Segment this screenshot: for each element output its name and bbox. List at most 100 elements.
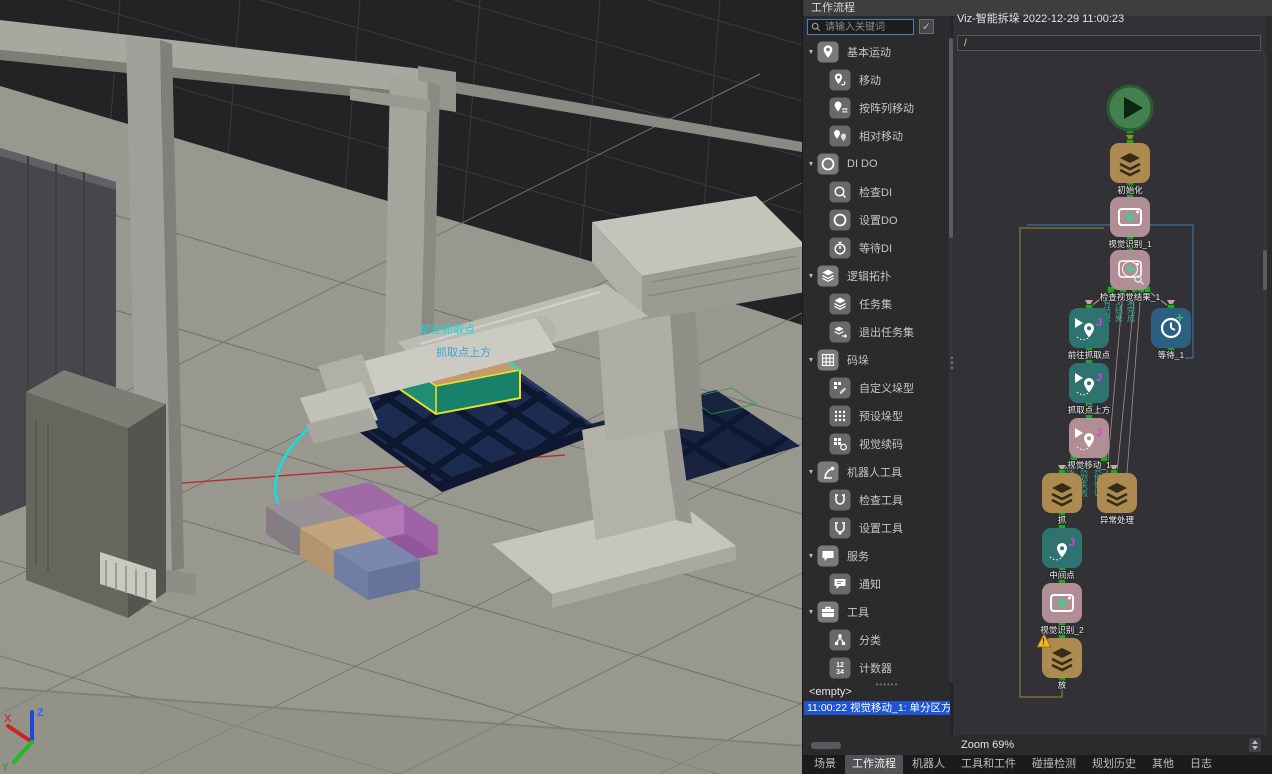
status-log-line[interactable]: 11:00:22 视觉移动_1: 单分区方形	[804, 701, 950, 715]
tab-active[interactable]: 工作流程	[845, 755, 903, 774]
tree-item-row[interactable]: 等待DI	[805, 234, 949, 262]
tree-item-label: 按阵列移动	[859, 100, 914, 116]
tree-group-row[interactable]: ▼ 逻辑拓扑	[805, 262, 949, 290]
bubble-icon	[817, 545, 839, 567]
tree-item-label: 通知	[859, 576, 881, 592]
tree-item-label: 预设垛型	[859, 408, 903, 424]
tree-item-row[interactable]: 自定义垛型	[805, 374, 949, 402]
tree-item-row[interactable]: 检查DI	[805, 178, 949, 206]
flow-node[interactable]: J 抓取点上方	[1068, 363, 1111, 415]
flow-node[interactable]: 视觉识别_2	[1040, 583, 1084, 635]
flowchart-canvas[interactable]: 有结果无结果未完成成功规划失败其他错误初始化视觉识别_1检查视觉结果_1J前往抓…	[953, 54, 1263, 735]
tab-item[interactable]: 其他	[1145, 755, 1181, 774]
flow-node[interactable]: 视觉识别_1	[1108, 197, 1152, 249]
search-input[interactable]	[823, 21, 913, 34]
tab-item[interactable]: 规划历史	[1085, 755, 1143, 774]
flow-node-label: 视觉识别_2	[1040, 625, 1084, 635]
tree-group-row[interactable]: ▼ DI DO	[805, 150, 949, 178]
flow-node-label: 抓取点上方	[1068, 405, 1111, 415]
tree-item-row[interactable]: 按阵列移动	[805, 94, 949, 122]
tree-group-label: 码垛	[847, 352, 869, 368]
tree-group-row[interactable]: ▼ 机器人工具	[805, 458, 949, 486]
splitter-handle-horizontal[interactable]: ••••••	[867, 680, 907, 689]
flow-node[interactable]: 异常处理	[1097, 473, 1137, 525]
cabinet	[26, 370, 166, 618]
tree-group-label: 逻辑拓扑	[847, 268, 891, 284]
tab-item[interactable]: 机器人	[905, 755, 952, 774]
tree-item-row[interactable]: 相对移动	[805, 122, 949, 150]
tree-item-row[interactable]: 设置DO	[805, 206, 949, 234]
tree-group-row[interactable]: ▼工具	[805, 598, 949, 626]
di-check-icon	[829, 181, 851, 203]
pin-pair-icon	[829, 125, 851, 147]
flow-node[interactable]: !放	[1037, 634, 1082, 690]
tree-item-row[interactable]: 设置工具	[805, 514, 949, 542]
gripper-icon	[829, 489, 851, 511]
tree-item-label: 检查工具	[859, 492, 903, 508]
axis-z-label: Z	[37, 707, 44, 719]
tree-item-label: 自定义垛型	[859, 380, 914, 396]
tree-group-row[interactable]: ▼ 基本运动	[805, 38, 949, 66]
flow-node[interactable]: + 等待_1	[1151, 308, 1191, 360]
pin-grid-icon	[829, 97, 851, 119]
tree-group-label: DI DO	[847, 158, 878, 170]
tree-group-row[interactable]: ▼ 码垛	[805, 346, 949, 374]
tree-item-row[interactable]: 检查工具	[805, 486, 949, 514]
tab-item[interactable]: 碰撞检测	[1025, 755, 1083, 774]
chevron-down-icon[interactable]: ▼	[805, 49, 817, 56]
3d-viewport[interactable]: 前往抓取点 抓取点上方 X Z Y	[0, 0, 802, 774]
zoom-decrease-icon[interactable]	[1252, 746, 1258, 750]
application-window: 前往抓取点 抓取点上方 X Z Y 工作流程 ✓ ▼ 基本运动移动按阵列移动相对移…	[0, 0, 1272, 774]
tree-item-label: 退出任务集	[859, 324, 914, 340]
tree-item-row[interactable]: 1234计数器	[805, 654, 949, 682]
viewport-label-above-pick: 抓取点上方	[436, 345, 491, 359]
tab-item[interactable]: 日志	[1183, 755, 1219, 774]
tree-item-label: 移动	[859, 72, 881, 88]
zoom-slider[interactable]	[811, 742, 841, 749]
search-box[interactable]	[807, 19, 914, 35]
chevron-down-icon[interactable]: ▼	[805, 553, 817, 560]
tree-item-row[interactable]: 移动	[805, 66, 949, 94]
flow-node[interactable]: 抓	[1042, 473, 1082, 525]
zoom-increase-icon[interactable]	[1252, 740, 1258, 744]
flow-node-label: 等待_1	[1158, 350, 1185, 360]
svg-text:J: J	[1096, 372, 1102, 384]
svg-text:+: +	[1176, 310, 1184, 325]
flow-node[interactable]: J中间点	[1042, 528, 1082, 580]
tree-item-row[interactable]: 预设垛型	[805, 402, 949, 430]
canvas-scrollbar[interactable]	[1263, 54, 1267, 735]
tab-item[interactable]: 工具和工件	[954, 755, 1023, 774]
tree-item-row[interactable]: 任务集	[805, 290, 949, 318]
flow-node[interactable]: 初始化	[1110, 143, 1150, 195]
flow-node-start[interactable]	[1108, 86, 1152, 130]
flow-node[interactable]: J视觉移动_1	[1067, 418, 1111, 470]
tree-group-label: 服务	[847, 548, 869, 564]
tree-item-row[interactable]: 视觉续码	[805, 430, 949, 458]
chevron-down-icon[interactable]: ▼	[805, 273, 817, 280]
tree-group-label: 基本运动	[847, 44, 891, 60]
ring-icon	[829, 209, 851, 231]
project-title: Viz-智能拆垛 2022-12-29 11:00:23	[957, 10, 1124, 26]
tree-item-row[interactable]: 退出任务集	[805, 318, 949, 346]
tree-group-label: 机器人工具	[847, 464, 902, 480]
tree-item-row[interactable]: 分类	[805, 626, 949, 654]
tab-item[interactable]: 场景	[807, 755, 843, 774]
zoom-stepper[interactable]	[1248, 737, 1262, 753]
robot-icon	[817, 461, 839, 483]
chevron-down-icon[interactable]: ▼	[805, 161, 817, 168]
chevron-down-icon[interactable]: ▼	[805, 357, 817, 364]
tree-item-row[interactable]: 通知	[805, 570, 949, 598]
flow-node[interactable]: J前往抓取点	[1068, 308, 1111, 360]
grid-dots-icon	[829, 405, 851, 427]
timer-icon	[829, 237, 851, 259]
bubble-lines-icon	[829, 573, 851, 595]
ring-icon	[817, 153, 839, 175]
chevron-down-icon[interactable]: ▼	[805, 469, 817, 476]
breadcrumb[interactable]: /	[957, 35, 1261, 51]
chevron-down-icon[interactable]: ▼	[805, 609, 817, 616]
flow-node-label: 中间点	[1049, 570, 1075, 580]
filter-checkbox[interactable]: ✓	[919, 19, 934, 34]
tree-group-row[interactable]: ▼ 服务	[805, 542, 949, 570]
flow-node[interactable]: 检查视觉结果_1	[1100, 250, 1161, 302]
flow-node-label: 异常处理	[1100, 515, 1135, 525]
